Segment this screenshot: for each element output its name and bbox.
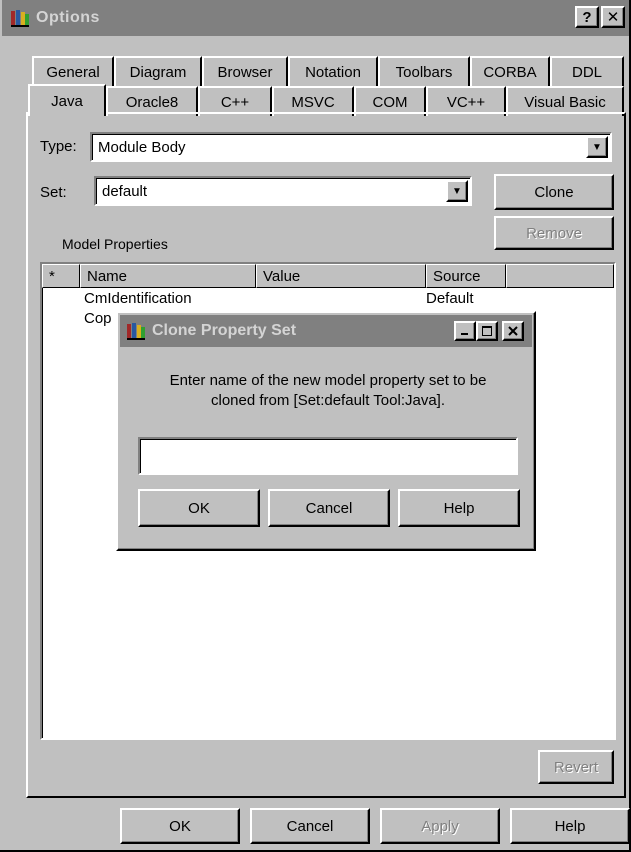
revert-button[interactable]: Revert: [538, 750, 614, 784]
dialog-titlebar[interactable]: Clone Property Set: [120, 315, 532, 347]
minimize-icon: [461, 333, 468, 335]
table-row-name[interactable]: CmIdentification: [84, 290, 192, 307]
help-icon: ?: [582, 8, 592, 26]
dialog-close-button[interactable]: [502, 321, 524, 341]
column-header-source[interactable]: Source: [426, 264, 506, 288]
options-titlebar[interactable]: Options ? ✕: [2, 0, 629, 36]
close-title-button[interactable]: ✕: [601, 6, 625, 28]
ok-button[interactable]: OK: [120, 808, 240, 844]
minimize-button[interactable]: [454, 321, 476, 341]
dialog-ok-button[interactable]: OK: [138, 489, 260, 527]
app-icon: [126, 321, 146, 341]
help-title-button[interactable]: ?: [575, 6, 599, 28]
tab-notation[interactable]: Notation: [288, 56, 378, 86]
column-header-star[interactable]: *: [42, 264, 80, 288]
remove-button[interactable]: Remove: [494, 216, 614, 250]
set-select-value: default: [102, 183, 148, 200]
close-icon: [508, 326, 518, 336]
column-header-blank[interactable]: [506, 264, 614, 288]
window-title: Options: [36, 9, 100, 26]
chevron-down-icon[interactable]: ▼: [586, 136, 608, 158]
clone-property-set-dialog: Clone Property Set Enter name of the new…: [116, 311, 536, 551]
tab-corba[interactable]: CORBA: [470, 56, 550, 86]
help-button[interactable]: Help: [510, 808, 630, 844]
type-select-value: Module Body: [98, 139, 186, 156]
maximize-icon: [482, 326, 492, 336]
tab-toolbars[interactable]: Toolbars: [378, 56, 470, 86]
tab-java[interactable]: Java: [28, 84, 106, 116]
column-header-name[interactable]: Name: [80, 264, 256, 288]
model-properties-label: Model Properties: [62, 236, 168, 252]
dialog-message: Enter name of the new model property set…: [169, 372, 487, 409]
set-label: Set:: [40, 184, 67, 201]
apply-button[interactable]: Apply: [380, 808, 500, 844]
set-select[interactable]: default ▼: [94, 176, 472, 206]
table-row-name[interactable]: Cop: [84, 310, 112, 327]
type-select[interactable]: Module Body ▼: [90, 132, 612, 162]
maximize-button[interactable]: [476, 321, 498, 341]
close-icon: ✕: [606, 8, 620, 26]
tab-browser[interactable]: Browser: [202, 56, 288, 86]
dialog-title: Clone Property Set: [152, 322, 297, 339]
dialog-help-button[interactable]: Help: [398, 489, 520, 527]
chevron-down-icon[interactable]: ▼: [446, 180, 468, 202]
tab-diagram[interactable]: Diagram: [114, 56, 202, 86]
tab-ddl[interactable]: DDL: [550, 56, 624, 86]
new-set-name-input[interactable]: [138, 437, 518, 475]
tab-general[interactable]: General: [32, 56, 114, 86]
clone-button[interactable]: Clone: [494, 174, 614, 210]
type-label: Type:: [40, 138, 77, 155]
table-row-source: Default: [426, 290, 474, 307]
dialog-cancel-button[interactable]: Cancel: [268, 489, 390, 527]
cancel-button[interactable]: Cancel: [250, 808, 370, 844]
app-icon: [10, 8, 30, 28]
column-header-value[interactable]: Value: [256, 264, 426, 288]
